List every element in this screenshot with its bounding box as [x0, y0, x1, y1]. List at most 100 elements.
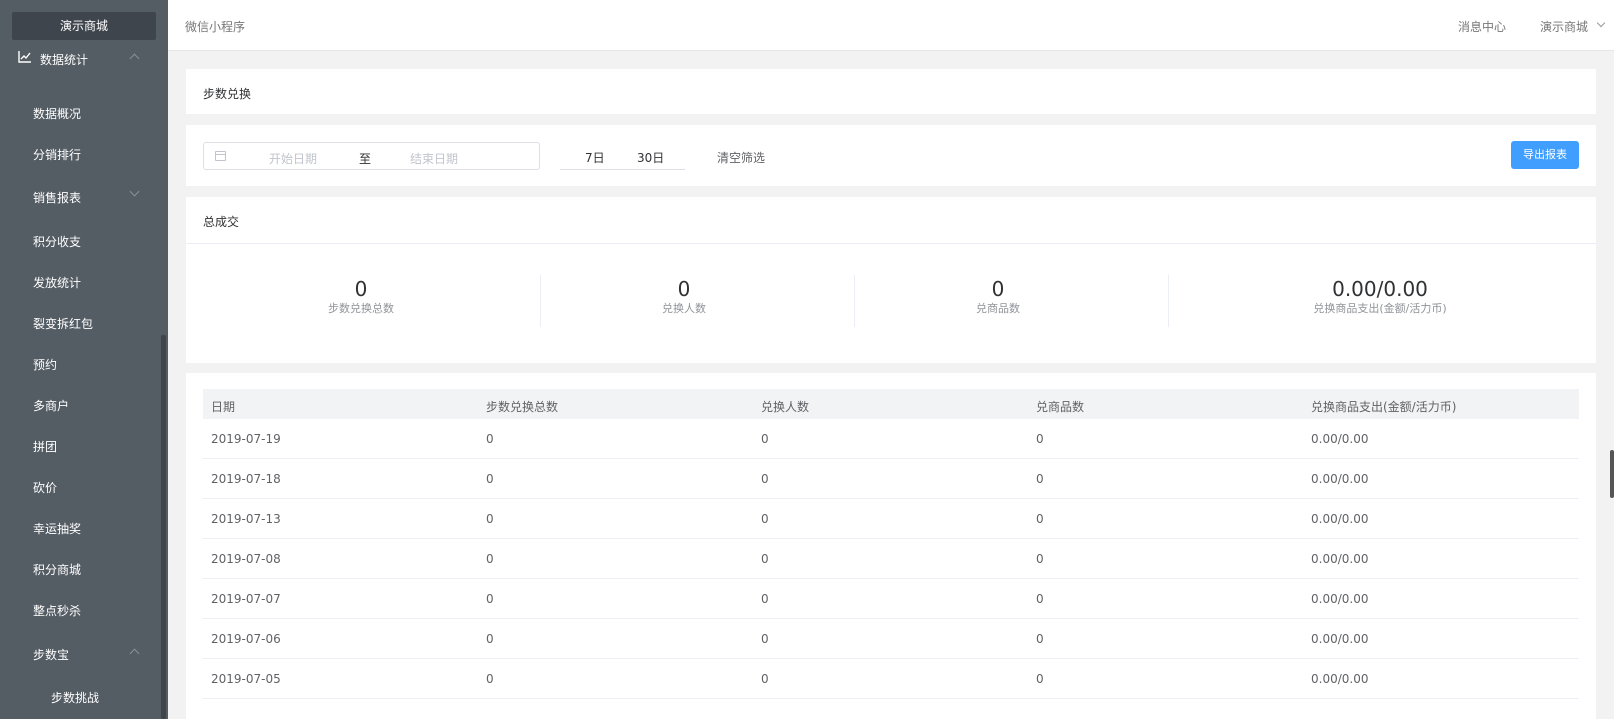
chart-line-icon	[18, 51, 31, 63]
cell-expense: 0.00/0.00	[1311, 632, 1369, 646]
sidebar-item-sales-report[interactable]: 销售报表	[0, 176, 160, 216]
sidebar-item-label: 多商户	[33, 399, 70, 413]
cell-steps: 0	[486, 512, 494, 526]
sidebar-item-lucky-draw[interactable]: 幸运抽奖	[0, 507, 160, 547]
sidebar-item-label: 砍价	[33, 481, 58, 495]
divider	[1168, 275, 1169, 327]
sidebar-scrollbar[interactable]	[161, 335, 166, 719]
cell-goods: 0	[1036, 472, 1044, 486]
summary-stats-card: 总成交 0 步数兑换总数 0 兑换人数 0 兑商品数 0.00/0.00 兑换商…	[186, 197, 1596, 363]
divider	[854, 275, 855, 327]
cell-steps: 0	[486, 592, 494, 606]
sidebar-item-issue-stats[interactable]: 发放统计	[0, 261, 160, 301]
chevron-up-icon	[129, 648, 140, 659]
cell-expense: 0.00/0.00	[1311, 472, 1369, 486]
cell-date: 2019-07-18	[211, 472, 281, 486]
page-scrollbar[interactable]	[1610, 450, 1614, 498]
stat-goods-expense: 0.00/0.00 兑换商品支出(金额/活力币)	[1265, 277, 1495, 317]
table-header: 日期 步数兑换总数 兑换人数 兑商品数 兑换商品支出(金额/活力币)	[203, 389, 1579, 419]
sidebar-item-points-mall[interactable]: 积分商城	[0, 548, 160, 588]
sidebar-item-label: 步数宝	[33, 648, 70, 662]
table-row: 2019-07-18 0 0 0 0.00/0.00	[203, 459, 1579, 499]
cell-date: 2019-07-06	[211, 632, 281, 646]
cell-users: 0	[761, 552, 769, 566]
cell-steps: 0	[486, 632, 494, 646]
export-report-button[interactable]: 导出报表	[1511, 141, 1579, 169]
chevron-down-icon[interactable]	[1596, 18, 1606, 28]
column-header-steps: 步数兑换总数	[486, 400, 559, 414]
cell-date: 2019-07-05	[211, 672, 281, 686]
start-date-input[interactable]: 开始日期	[269, 150, 317, 167]
sidebar-item-step-challenge[interactable]: 步数挑战	[0, 676, 160, 716]
sidebar-item-bargain[interactable]: 砍价	[0, 466, 160, 506]
date-range-picker[interactable]: 开始日期 至 结束日期	[203, 142, 540, 170]
calendar-icon	[215, 151, 226, 161]
stat-goods-count: 0 兑商品数	[933, 277, 1063, 317]
stat-label: 兑换商品支出(金额/活力币)	[1313, 302, 1447, 315]
cell-expense: 0.00/0.00	[1311, 432, 1369, 446]
sidebar-item-label: 步数挑战	[51, 691, 100, 705]
sidebar-item-label: 幸运抽奖	[33, 522, 82, 536]
sidebar: 演示商城 数据统计 数据概况 分销排行 销售报表 积分收支 发放统计 裂变拆红包…	[0, 0, 168, 719]
cell-expense: 0.00/0.00	[1311, 592, 1369, 606]
brand-logo[interactable]: 演示商城	[12, 12, 156, 40]
cell-goods: 0	[1036, 512, 1044, 526]
clear-filter-button[interactable]: 清空筛选	[717, 149, 765, 166]
stat-value: 0	[677, 277, 691, 301]
sidebar-item-multi-merchant[interactable]: 多商户	[0, 384, 160, 424]
sidebar-item-distribution-rank[interactable]: 分销排行	[0, 133, 160, 173]
divider	[540, 275, 541, 327]
cell-users: 0	[761, 592, 769, 606]
sidebar-section-label: 数据统计	[40, 53, 89, 67]
sidebar-item-overview[interactable]: 数据概况	[0, 92, 160, 132]
sidebar-item-label: 整点秒杀	[33, 604, 82, 618]
column-header-expense: 兑换商品支出(金额/活力币)	[1311, 400, 1457, 414]
sidebar-item-label: 数据概况	[33, 107, 82, 121]
cell-steps: 0	[486, 552, 494, 566]
sidebar-item-step-treasure[interactable]: 步数宝	[0, 633, 160, 673]
cell-goods: 0	[1036, 672, 1044, 686]
stat-exchange-users: 0 兑换人数	[619, 277, 749, 317]
sidebar-item-label: 分销排行	[33, 148, 82, 162]
stat-value: 0.00/0.00	[1332, 277, 1428, 301]
sidebar-item-red-packet[interactable]: 裂变拆红包	[0, 302, 160, 342]
sidebar-item-label: 积分商城	[33, 563, 82, 577]
tab-7-days[interactable]: 7日	[585, 149, 605, 166]
table-row: 2019-07-08 0 0 0 0.00/0.00	[203, 539, 1579, 579]
cell-goods: 0	[1036, 552, 1044, 566]
stat-value: 0	[991, 277, 1005, 301]
sidebar-item-label: 积分收支	[33, 235, 82, 249]
stat-label: 兑换人数	[662, 302, 706, 315]
table-row: 2019-07-06 0 0 0 0.00/0.00	[203, 619, 1579, 659]
sidebar-item-booking[interactable]: 预约	[0, 343, 160, 383]
sidebar-item-data-stats[interactable]: 数据统计	[0, 38, 160, 78]
table-row: 2019-07-05 0 0 0 0.00/0.00	[203, 659, 1579, 699]
cell-goods: 0	[1036, 592, 1044, 606]
cell-users: 0	[761, 512, 769, 526]
cell-date: 2019-07-08	[211, 552, 281, 566]
cell-steps: 0	[486, 432, 494, 446]
cell-expense: 0.00/0.00	[1311, 672, 1369, 686]
cell-date: 2019-07-07	[211, 592, 281, 606]
end-date-input[interactable]: 结束日期	[410, 150, 458, 167]
sidebar-item-points[interactable]: 积分收支	[0, 220, 160, 260]
cell-date: 2019-07-19	[211, 432, 281, 446]
sidebar-item-flash-sale[interactable]: 整点秒杀	[0, 589, 160, 629]
page-title: 步数兑换	[203, 87, 252, 101]
user-menu[interactable]: 演示商城	[1540, 18, 1588, 35]
breadcrumb[interactable]: 微信小程序	[185, 18, 245, 35]
column-header-goods: 兑商品数	[1036, 400, 1085, 414]
cell-goods: 0	[1036, 632, 1044, 646]
tab-30-days[interactable]: 30日	[637, 149, 664, 166]
cell-steps: 0	[486, 672, 494, 686]
sidebar-item-group-buy[interactable]: 拼团	[0, 425, 160, 465]
cell-expense: 0.00/0.00	[1311, 512, 1369, 526]
message-center-link[interactable]: 消息中心	[1458, 18, 1506, 35]
sidebar-item-label: 销售报表	[33, 191, 82, 205]
chevron-down-icon	[129, 186, 140, 197]
sidebar-item-label: 裂变拆红包	[33, 317, 94, 331]
table-row: 2019-07-19 0 0 0 0.00/0.00	[203, 419, 1579, 459]
cell-date: 2019-07-13	[211, 512, 281, 526]
cell-users: 0	[761, 672, 769, 686]
cell-goods: 0	[1036, 432, 1044, 446]
